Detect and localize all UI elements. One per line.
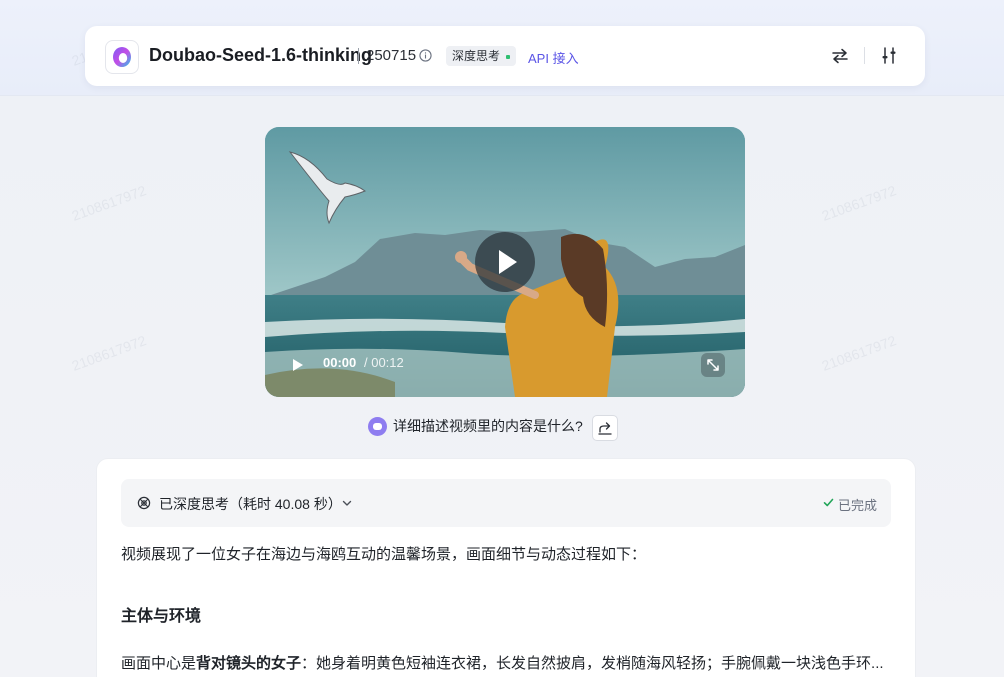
total-time: / 00:12 [364,355,404,370]
model-name: Doubao-Seed-1.6-thinking [149,45,373,65]
model-version: 250715 [366,47,417,64]
api-access-link[interactable]: API 接入 [528,48,579,67]
watermark: 2108617972 [819,182,899,224]
status-dot-icon [506,54,511,59]
chat-bubble-icon [368,416,387,436]
para-bold: 背对镜头的女子 [196,655,302,672]
completion-status: 已完成 [838,498,878,513]
chevron-down-icon[interactable] [341,497,353,509]
question-text: 详细描述视频里的内容是什么? [393,418,583,434]
expand-icon [707,359,719,371]
play-button[interactable] [475,232,535,292]
play-icon[interactable] [293,359,303,371]
thinking-icon [137,496,151,510]
answer-intro: 视频展现了一位女子在海边与海鸥互动的温馨场景，画面细节与动态过程如下： [121,546,647,563]
fullscreen-icon[interactable] [701,353,725,377]
model-logo [105,40,139,74]
doubao-logo-icon [113,47,131,67]
watermark: 2108617972 [69,182,149,224]
deep-think-badge: 深度思考 [446,46,517,66]
watermark: 2108617972 [69,332,149,374]
deep-think-label: 深度思考 [452,49,501,63]
answer-card: 已深度思考（耗时 40.08 秒） 已完成 视频展现了一位女子在海边与海鸥互动的… [96,458,916,677]
model-header: Doubao-Seed-1.6-thinking 250715 深度思考 API… [85,26,925,86]
divider [358,48,359,64]
answer-paragraph: 画面中心是背对镜头的女子：她身着明黄色短袖连衣裙，长发自然披肩，发梢随海风轻扬；… [121,651,891,677]
section-heading: 主体与环境 [121,608,202,625]
video-player[interactable]: 00:00 / 00:12 [265,127,745,397]
thinking-duration-label: 已深度思考（耗时 40.08 秒） [159,496,342,512]
swap-icon[interactable] [831,47,849,65]
share-button[interactable] [592,415,618,441]
page: 2108617972 2108617972 2108617972 2108617… [0,0,1004,677]
para-rest: ：她身着明黄色短袖连衣裙，长发自然披肩，发梢随海风轻扬；手腕佩戴一块浅色手环..… [301,655,884,672]
para-prefix: 画面中心是 [121,655,197,672]
watermark: 2108617972 [819,332,899,374]
settings-sliders-icon[interactable] [880,46,898,65]
divider [864,47,865,64]
info-icon[interactable] [419,49,432,62]
user-question: 详细描述视频里的内容是什么? [368,416,583,436]
thinking-summary-bar[interactable]: 已深度思考（耗时 40.08 秒） 已完成 [121,479,891,527]
share-icon [598,422,612,435]
current-time: 00:00 [323,355,357,370]
check-icon [823,498,834,507]
